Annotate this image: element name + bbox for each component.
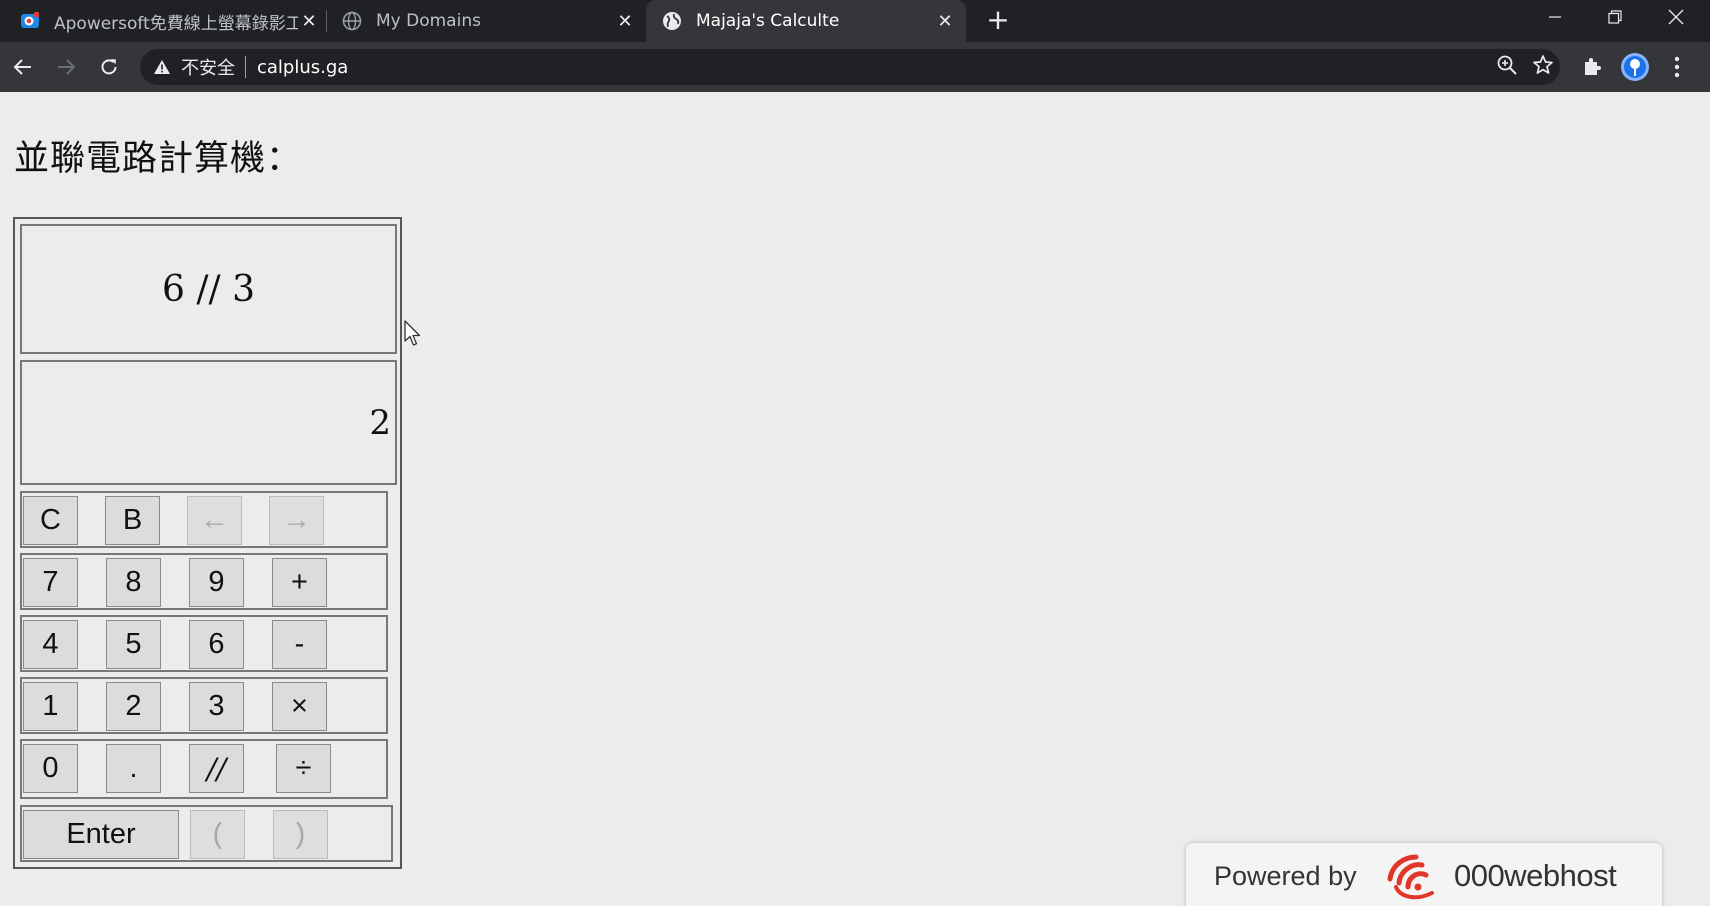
zoom-icon[interactable] bbox=[1496, 54, 1518, 80]
warning-icon[interactable] bbox=[153, 58, 171, 76]
divide-button[interactable]: ÷ bbox=[276, 744, 331, 793]
kebab-menu-icon bbox=[1674, 56, 1680, 78]
multiply-button[interactable]: × bbox=[272, 682, 327, 731]
minimize-button[interactable] bbox=[1526, 0, 1584, 34]
digit-4-button[interactable]: 4 bbox=[23, 620, 78, 669]
cursor-right-button[interactable]: → bbox=[269, 496, 324, 545]
restore-button[interactable] bbox=[1586, 0, 1644, 34]
close-icon[interactable]: ✕ bbox=[614, 10, 636, 32]
address-bar[interactable]: 不安全 calplus.ga bbox=[140, 49, 1560, 85]
clear-button[interactable]: C bbox=[23, 496, 78, 545]
reload-button[interactable] bbox=[92, 50, 126, 84]
keypad-row: Enter ( ) bbox=[20, 805, 393, 862]
tab-calculator[interactable]: Majaja's Calculte ✕ bbox=[646, 0, 966, 42]
000webhost-logo-icon bbox=[1387, 854, 1434, 900]
tab-title: My Domains bbox=[376, 11, 481, 31]
tab-divider bbox=[326, 10, 327, 32]
divider bbox=[245, 56, 246, 78]
badge-powered-by: Powered by bbox=[1214, 861, 1357, 891]
url-text[interactable]: calplus.ga bbox=[257, 57, 348, 78]
menu-button[interactable] bbox=[1660, 50, 1694, 84]
tab-title: Apowersoft免費線上螢幕錄影工 bbox=[54, 13, 298, 34]
restore-icon bbox=[1608, 10, 1622, 24]
close-icon[interactable]: ✕ bbox=[934, 10, 956, 32]
reload-icon bbox=[101, 59, 117, 75]
arrow-left-icon bbox=[13, 59, 31, 75]
digit-6-button[interactable]: 6 bbox=[189, 620, 244, 669]
apowersoft-icon bbox=[21, 12, 39, 28]
security-label[interactable]: 不安全 bbox=[181, 54, 235, 80]
back-button[interactable] bbox=[6, 50, 40, 84]
new-tab-button[interactable]: + bbox=[983, 6, 1013, 36]
decimal-button[interactable]: . bbox=[106, 744, 161, 793]
mouse-pointer-icon bbox=[404, 320, 421, 346]
digit-5-button[interactable]: 5 bbox=[106, 620, 161, 669]
digit-3-button[interactable]: 3 bbox=[189, 682, 244, 731]
digit-7-button[interactable]: 7 bbox=[23, 558, 78, 607]
globe-icon bbox=[663, 12, 681, 30]
forward-button[interactable] bbox=[49, 50, 83, 84]
puzzle-icon bbox=[1585, 58, 1601, 75]
avatar-icon bbox=[1621, 53, 1649, 81]
close-icon[interactable]: ✕ bbox=[298, 10, 320, 32]
bookmark-star-icon[interactable] bbox=[1532, 54, 1554, 80]
plus-button[interactable]: + bbox=[272, 558, 327, 607]
profile-button[interactable] bbox=[1618, 50, 1652, 84]
minimize-icon bbox=[1549, 16, 1561, 18]
digit-9-button[interactable]: 9 bbox=[189, 558, 244, 607]
cursor-left-button[interactable]: ← bbox=[187, 496, 242, 545]
window-close-button[interactable] bbox=[1647, 0, 1705, 34]
digit-2-button[interactable]: 2 bbox=[106, 682, 161, 731]
tab-apowersoft[interactable]: Apowersoft免費線上螢幕錄影工 ✕ bbox=[20, 0, 320, 42]
page-title: 並聯電路計算機： bbox=[14, 139, 303, 179]
expression-display: 6 // 3 bbox=[20, 224, 397, 354]
arrow-right-icon bbox=[58, 59, 76, 75]
tab-title: Majaja's Calculte bbox=[696, 11, 840, 31]
keypad-row: 4 5 6 - bbox=[20, 615, 388, 672]
result-display: 2 bbox=[20, 360, 397, 485]
open-paren-button[interactable]: ( bbox=[190, 810, 245, 859]
keypad-row: 7 8 9 + bbox=[20, 553, 388, 610]
close-icon bbox=[1668, 9, 1684, 25]
extensions-button[interactable] bbox=[1575, 50, 1609, 84]
keypad-row: 0 . // ÷ bbox=[20, 739, 388, 799]
globe-icon bbox=[342, 11, 362, 31]
digit-8-button[interactable]: 8 bbox=[106, 558, 161, 607]
badge-brand: 000webhost bbox=[1454, 858, 1617, 893]
digit-0-button[interactable]: 0 bbox=[23, 744, 78, 793]
tab-strip: Apowersoft免費線上螢幕錄影工 ✕ My Domains ✕ Majaj… bbox=[0, 0, 1710, 42]
hosting-badge[interactable]: Powered by 000webhost bbox=[1185, 842, 1663, 906]
keypad-row: C B ← → bbox=[20, 491, 388, 548]
browser-toolbar: 不安全 calplus.ga bbox=[0, 42, 1710, 92]
digit-1-button[interactable]: 1 bbox=[23, 682, 78, 731]
enter-button[interactable]: Enter bbox=[23, 810, 179, 859]
close-paren-button[interactable]: ) bbox=[273, 810, 328, 859]
keypad-row: 1 2 3 × bbox=[20, 677, 388, 734]
backspace-button[interactable]: B bbox=[105, 496, 160, 545]
parallel-button[interactable]: // bbox=[189, 744, 244, 793]
minus-button[interactable]: - bbox=[272, 620, 327, 669]
tab-my-domains[interactable]: My Domains ✕ bbox=[342, 0, 636, 42]
calculator: 6 // 3 2 C B ← → 7 8 9 + 4 5 6 - 1 2 3 ×… bbox=[13, 217, 402, 869]
